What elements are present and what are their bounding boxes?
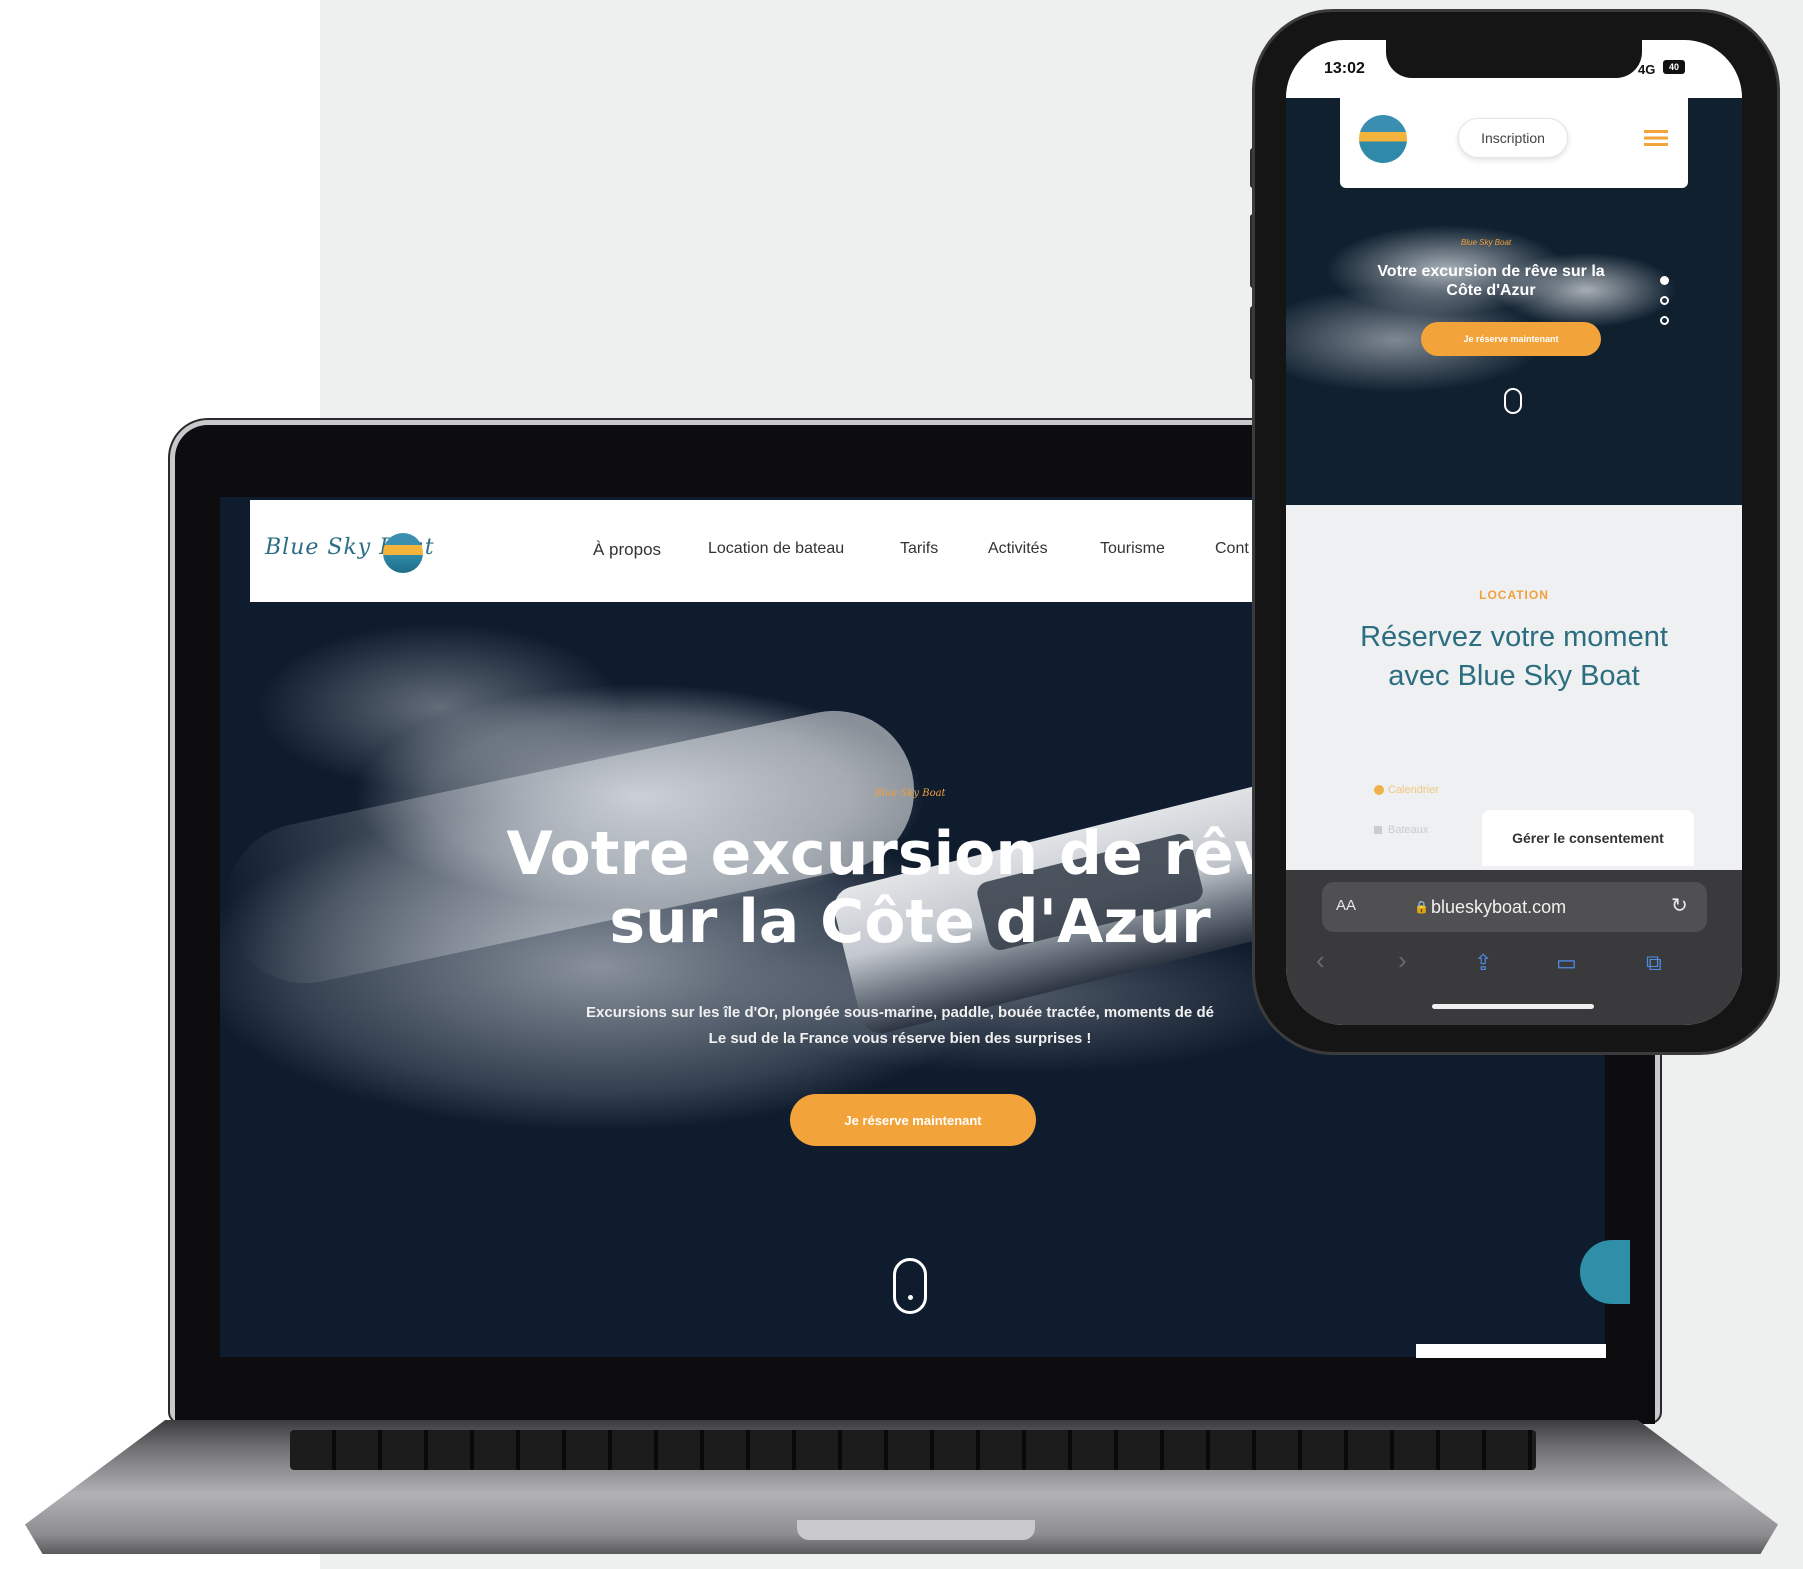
hero-subtitle-line1: Excursions sur les île d'Or, plongée sou… bbox=[586, 1004, 1214, 1021]
location-kicker: LOCATION bbox=[1479, 588, 1549, 602]
nav-activites[interactable]: Activités bbox=[988, 540, 1048, 558]
home-indicator bbox=[1432, 1004, 1594, 1009]
battery-icon: 40 bbox=[1663, 60, 1685, 74]
share-icon[interactable]: ⇪ bbox=[1474, 950, 1492, 976]
hero-title: Votre excursion de rêve sur la Côte d'Az… bbox=[480, 820, 1340, 956]
reader-aa-button[interactable]: AA bbox=[1336, 897, 1356, 914]
faint-item-calendar: Calendrier bbox=[1374, 784, 1439, 796]
tabs-icon[interactable]: ⧉ bbox=[1646, 950, 1662, 976]
hamburger-menu-icon[interactable] bbox=[1644, 130, 1668, 146]
hero-subtitle-line2: Le sud de la France vous réserve bien de… bbox=[708, 1030, 1092, 1047]
slider-dot[interactable] bbox=[1660, 296, 1669, 305]
laptop-keyboard bbox=[290, 1430, 1536, 1470]
forward-icon[interactable]: › bbox=[1398, 945, 1407, 976]
nav-tarifs[interactable]: Tarifs bbox=[900, 540, 938, 558]
phone-screen: 13:02 4G 40 Inscription Blue Sky Boat Vo… bbox=[1286, 40, 1742, 1025]
slider-dot-active[interactable] bbox=[1660, 276, 1669, 285]
nav-contact[interactable]: Cont bbox=[1215, 540, 1249, 558]
status-network: 4G bbox=[1638, 62, 1656, 77]
hero-kicker: Blue Sky Boat bbox=[874, 788, 946, 799]
hero-title-line1: Votre excursion de rêve bbox=[506, 819, 1314, 889]
cookie-consent-tab[interactable] bbox=[1416, 1344, 1606, 1358]
slider-dot[interactable] bbox=[1660, 316, 1669, 325]
hero-subtitle: Excursions sur les île d'Or, plongée sou… bbox=[470, 1000, 1330, 1052]
nav-a-propos[interactable]: À propos bbox=[593, 540, 661, 560]
faint-item-boats: Bateaux bbox=[1374, 824, 1428, 836]
lock-icon: 🔒 bbox=[1414, 900, 1429, 914]
bookmarks-icon[interactable]: ▭ bbox=[1556, 950, 1577, 976]
phone-reserve-now-button[interactable]: Je réserve maintenant bbox=[1421, 322, 1601, 356]
status-time: 13:02 bbox=[1324, 60, 1365, 77]
phone-hero-kicker: Blue Sky Boat bbox=[1460, 238, 1512, 247]
manage-consent-button[interactable]: Gérer le consentement bbox=[1482, 810, 1694, 866]
phone-notch bbox=[1386, 40, 1642, 78]
signup-button[interactable]: Inscription bbox=[1458, 118, 1568, 158]
laptop-bottom-bezel bbox=[175, 1360, 1655, 1424]
phone-logo-icon[interactable] bbox=[1359, 115, 1407, 163]
url-text[interactable]: blueskyboat.com bbox=[1431, 897, 1566, 918]
nav-tourisme[interactable]: Tourisme bbox=[1100, 540, 1165, 558]
phone-hero-title: Votre excursion de rêve sur la Côte d'Az… bbox=[1377, 263, 1605, 299]
logo-icon bbox=[383, 533, 423, 573]
location-title: Réservez votre moment avec Blue Sky Boat bbox=[1360, 621, 1668, 692]
laptop-lid-notch bbox=[797, 1520, 1035, 1540]
nav-location-de-bateau[interactable]: Location de bateau bbox=[708, 540, 844, 558]
reserve-now-button[interactable]: Je réserve maintenant bbox=[790, 1094, 1036, 1146]
phone-scroll-down-icon[interactable] bbox=[1504, 388, 1522, 414]
scroll-down-icon[interactable] bbox=[893, 1258, 927, 1314]
back-icon[interactable]: ‹ bbox=[1316, 945, 1325, 976]
reload-icon[interactable]: ↻ bbox=[1671, 893, 1688, 918]
hero-title-line2: sur la Côte d'Azur bbox=[609, 887, 1211, 957]
